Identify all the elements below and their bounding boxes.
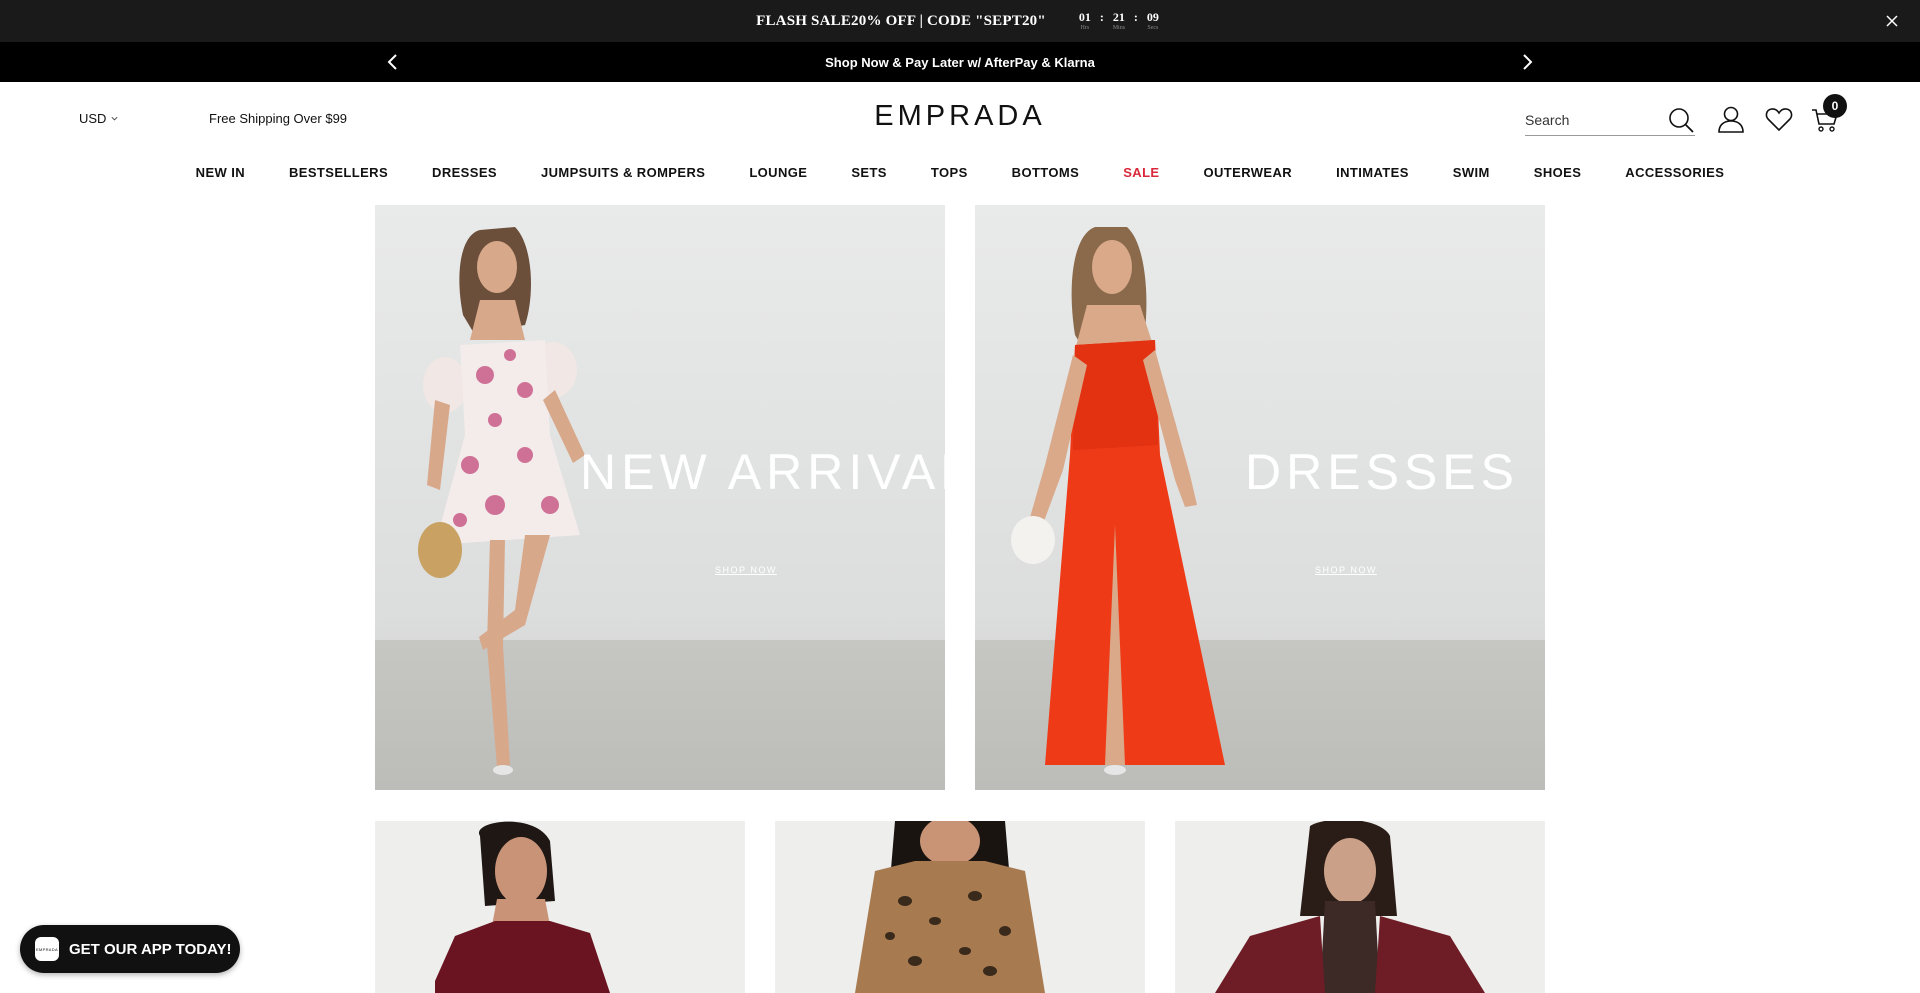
countdown-hours-label: Hrs [1080, 24, 1090, 31]
nav-item-lounge[interactable]: LOUNGE [727, 165, 829, 183]
nav-item-bottoms[interactable]: BOTTOMS [990, 165, 1102, 183]
countdown-mins: 21 Mins [1108, 9, 1130, 32]
promo-bar: Shop Now & Pay Later w/ AfterPay & Klarn… [0, 42, 1920, 82]
nav-item-sets[interactable]: SETS [829, 165, 909, 183]
app-logo-icon: EMPRADA [35, 937, 59, 961]
nav-item-dresses[interactable]: DRESSES [410, 165, 519, 183]
nav-item-tops[interactable]: TOPS [909, 165, 990, 183]
countdown-separator: : [1133, 9, 1138, 24]
search-input[interactable] [1525, 111, 1655, 128]
countdown-secs: 09 Secs [1142, 9, 1164, 32]
banner-title: DRESSES [1245, 444, 1519, 500]
countdown-secs-value: 09 [1146, 9, 1159, 24]
promo-text[interactable]: Shop Now & Pay Later w/ AfterPay & Klarn… [825, 55, 1095, 70]
nav-item-swim[interactable]: SWIM [1431, 165, 1512, 183]
nav-item-shoes[interactable]: SHOES [1512, 165, 1604, 183]
model-leopard-top-image [855, 821, 1045, 993]
search-box [1525, 104, 1695, 136]
chevron-left-icon[interactable] [383, 52, 403, 72]
nav-item-accessories[interactable]: ACCESSORIES [1603, 165, 1746, 183]
heart-icon[interactable] [1764, 104, 1794, 134]
nav-item-jumpsuits-rompers[interactable]: JUMPSUITS & ROMPERS [519, 165, 727, 183]
site-logo[interactable]: EMPRADA [872, 100, 1048, 132]
countdown-mins-value: 21 [1112, 9, 1125, 24]
flash-sale-text: FLASH SALE20% OFF | CODE "SEPT20" [756, 12, 1046, 29]
countdown-mins-label: Mins [1112, 24, 1126, 31]
category-tile[interactable] [375, 821, 745, 993]
banner-title: NEW ARRIVALS [580, 444, 945, 500]
currency-selector[interactable]: USD [79, 111, 119, 126]
cart-count-badge[interactable]: 0 [1823, 94, 1847, 118]
category-tile[interactable] [775, 821, 1145, 993]
get-app-button[interactable]: EMPRADA GET OUR APP TODAY! [20, 925, 240, 973]
nav-item-bestsellers[interactable]: BESTSELLERS [267, 165, 410, 183]
search-icon[interactable] [1667, 106, 1695, 134]
shop-now-link[interactable]: SHOP NOW [715, 565, 777, 575]
nav-item-sale[interactable]: SALE [1101, 165, 1181, 183]
banner-new-arrivals[interactable]: NEW ARRIVALS SHOP NOW [375, 205, 945, 790]
model-burgundy-top-image [435, 821, 610, 993]
countdown-separator: : [1099, 9, 1104, 24]
chevron-down-icon [111, 116, 118, 121]
free-shipping-text: Free Shipping Over $99 [209, 111, 348, 126]
model-burgundy-jacket-image [1215, 821, 1485, 993]
countdown-secs-label: Secs [1147, 24, 1159, 31]
countdown-timer: 01 Hrs : 21 Mins : 09 Secs [1074, 9, 1164, 32]
main-nav: NEW IN BESTSELLERS DRESSES JUMPSUITS & R… [0, 165, 1920, 183]
chevron-right-icon[interactable] [1517, 52, 1537, 72]
nav-item-intimates[interactable]: INTIMATES [1314, 165, 1431, 183]
banner-dresses[interactable]: DRESSES SHOP NOW [975, 205, 1545, 790]
nav-item-new-in[interactable]: NEW IN [174, 165, 267, 183]
get-app-label: GET OUR APP TODAY! [69, 940, 232, 958]
category-tile[interactable] [1175, 821, 1545, 993]
currency-label: USD [79, 111, 107, 126]
flash-sale-bar: FLASH SALE20% OFF | CODE "SEPT20" 01 Hrs… [0, 0, 1920, 42]
countdown-hours: 01 Hrs [1074, 9, 1096, 32]
app-logo-text: EMPRADA [36, 946, 58, 952]
countdown-hours-value: 01 [1078, 9, 1091, 24]
nav-item-outerwear[interactable]: OUTERWEAR [1182, 165, 1315, 183]
shop-now-link[interactable]: SHOP NOW [1315, 565, 1377, 575]
close-icon[interactable] [1882, 11, 1902, 31]
user-icon[interactable] [1716, 104, 1746, 134]
